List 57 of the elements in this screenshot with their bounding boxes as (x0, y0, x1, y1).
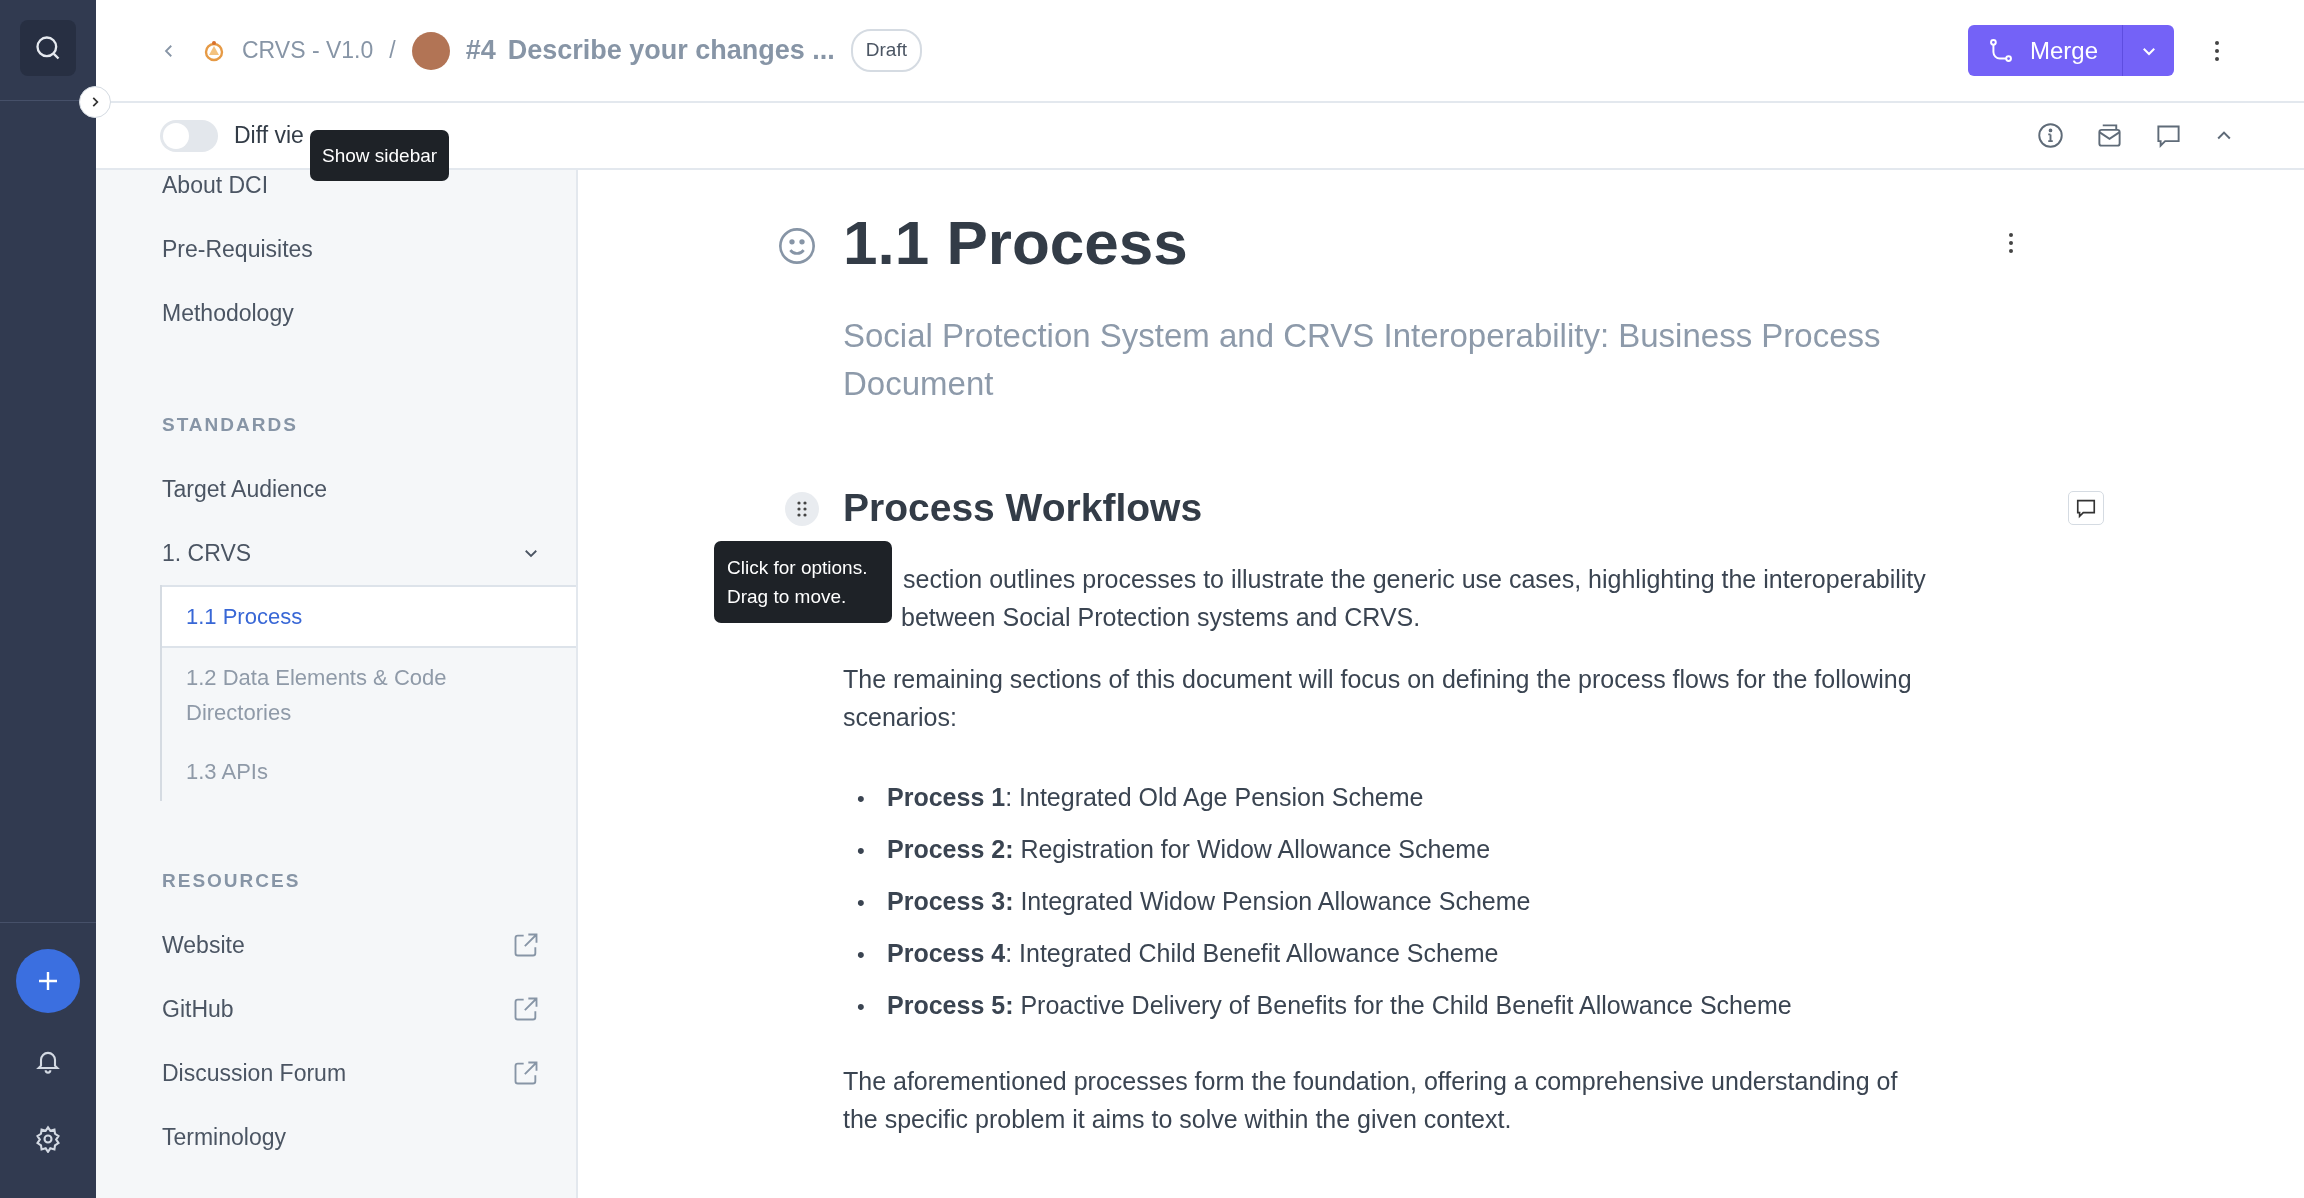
more-icon[interactable] (2214, 39, 2220, 62)
external-link-icon (512, 995, 540, 1023)
paragraph-line: section outlines processes to illustrate the generic use cases, highlighting the interoperability (903, 564, 1927, 595)
logo-icon (202, 38, 226, 63)
comment-icon (2075, 497, 2097, 519)
search-button[interactable] (20, 20, 76, 76)
list-item: Process 5: Proactive Delivery of Benefits for the Child Benefit Allowance Scheme (887, 990, 1792, 1021)
list-bullet: • (857, 785, 866, 813)
change-request-title: #4 Describe your changes ... (465, 34, 835, 68)
paragraph: The remaining sections of this document will focus on defining the process flows for the following scenarios: (843, 664, 1913, 733)
tooltip: Show sidebar (310, 130, 450, 181)
sidebar-link[interactable]: Website (162, 927, 245, 963)
sidebar-section-heading: STANDARDS (161, 412, 299, 437)
sidebar-item[interactable]: About DCI (162, 167, 269, 203)
list-bullet: • (857, 941, 866, 969)
breadcrumb-separator: / (389, 36, 396, 66)
search-icon (34, 34, 62, 62)
status-badge: Draft (850, 29, 922, 72)
inbox-icon[interactable] (2096, 122, 2123, 149)
list-item: Process 2: Registration for Widow Allowance Scheme (887, 834, 1491, 865)
paragraph: The aforementioned processes form the foundation, offering a comprehensive understanding of the specific problem it aims to solve within the given context. (843, 1066, 1899, 1135)
list-item: Process 3: Integrated Widow Pension Allowance Scheme (887, 886, 1531, 917)
list-bullet: • (857, 993, 866, 1021)
section-heading: Process Workflows (843, 485, 1203, 531)
list-item: Process 1: Integrated Old Age Pension Scheme (887, 782, 1424, 813)
info-icon[interactable] (2037, 122, 2064, 149)
list-item: Process 4: Integrated Child Benefit Allowance Scheme (887, 938, 1499, 969)
settings-icon[interactable] (34, 1125, 62, 1153)
sidebar-subitem[interactable]: 1.1 Process (162, 585, 576, 648)
merge-icon (1987, 36, 2014, 65)
sidebar-item[interactable]: Target Audience (162, 471, 327, 507)
page-title: 1.1 Process (843, 207, 1188, 279)
sidebar-item[interactable]: Methodology (162, 295, 294, 331)
drag-handle[interactable] (785, 492, 819, 526)
sidebar-section-heading: RESOURCES (161, 868, 302, 893)
sidebar-link[interactable]: GitHub (162, 991, 234, 1027)
sidebar-item[interactable]: Pre-Requisites (162, 231, 313, 267)
external-link-icon (512, 1059, 540, 1087)
grip-icon (796, 500, 808, 518)
page-subtitle: Social Protection System and CRVS Interoperability: Business Process Document (843, 316, 1882, 404)
expand-sidebar-button[interactable] (79, 86, 111, 118)
paragraph-line: between Social Protection systems and CRVS. (901, 602, 1422, 633)
avatar (411, 31, 450, 70)
diff-view-toggle[interactable] (160, 119, 218, 152)
sidebar-item[interactable]: Terminology (162, 1119, 286, 1155)
smiley-icon[interactable] (777, 226, 817, 266)
plus-icon (36, 969, 60, 993)
list-bullet: • (857, 889, 866, 917)
diff-view-label: Diff vie (234, 121, 304, 151)
sidebar-link[interactable]: Discussion Forum (162, 1055, 347, 1091)
sidebar-item[interactable]: 1. CRVS (162, 535, 252, 571)
more-icon[interactable] (2008, 232, 2014, 254)
tooltip: Click for options. Drag to move. (714, 541, 892, 623)
external-link-icon (512, 931, 540, 959)
merge-button[interactable]: Merge (1967, 25, 2122, 76)
comment-button[interactable] (2068, 491, 2104, 525)
list-bullet: • (857, 837, 866, 865)
